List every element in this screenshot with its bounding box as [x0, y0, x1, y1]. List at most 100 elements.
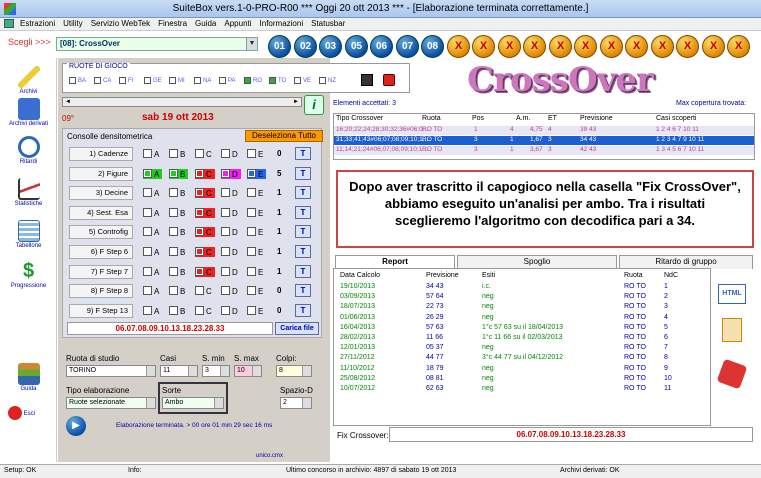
- checkbox[interactable]: [143, 207, 152, 217]
- checkbox[interactable]: [294, 77, 301, 84]
- fix-crossover-input[interactable]: 06.07.08.09.10.13.18.23.28.33: [389, 427, 753, 442]
- carica-file-button[interactable]: Carica file: [275, 322, 319, 335]
- clear-icon[interactable]: [383, 74, 395, 86]
- sidebar-item-ritardi[interactable]: Ritardi: [0, 136, 57, 165]
- sidebar-item-statistiche[interactable]: Statistiche: [0, 178, 57, 207]
- chevron-down-icon[interactable]: ▼: [246, 38, 257, 50]
- checkbox[interactable]: [169, 149, 178, 158]
- results-row[interactable]: 31;33;41;43#06;07;08;09;10;1... RO TO 3 1 1,…: [334, 136, 754, 145]
- checkbox[interactable]: [221, 207, 230, 217]
- menu-guida[interactable]: Guida: [191, 18, 220, 29]
- checkbox[interactable]: [143, 168, 152, 178]
- empty-slot-button[interactable]: X: [676, 35, 699, 58]
- deseleziona-button[interactable]: Deseleziona Tutto: [245, 130, 323, 142]
- t-button[interactable]: T: [295, 245, 311, 258]
- empty-slot-button[interactable]: X: [727, 35, 750, 58]
- tab-report[interactable]: Report: [335, 255, 455, 269]
- checkbox-d[interactable]: D: [221, 227, 238, 237]
- checkbox[interactable]: [244, 77, 251, 84]
- report-row[interactable]: 18/07/2013 22 73 neg RO TO 3: [338, 303, 708, 313]
- checkbox[interactable]: [143, 149, 152, 158]
- checkbox[interactable]: [169, 266, 178, 276]
- smin-select[interactable]: 3: [202, 365, 230, 377]
- casi-select[interactable]: 11: [160, 365, 198, 377]
- checkbox[interactable]: [169, 168, 178, 178]
- checkbox[interactable]: [247, 227, 256, 237]
- number-button-05[interactable]: 05: [345, 35, 368, 58]
- checkbox-e[interactable]: E: [247, 266, 263, 277]
- checkbox[interactable]: [221, 149, 230, 158]
- t-button[interactable]: T: [295, 205, 311, 219]
- menu-webtek[interactable]: Servizio WebTek: [87, 18, 154, 29]
- t-button[interactable]: T: [295, 147, 311, 160]
- checkbox[interactable]: [143, 286, 152, 296]
- report-row[interactable]: 19/10/2013 34 43 i.c. RO TO 1: [338, 283, 708, 293]
- date-slider[interactable]: ◄ ►: [62, 97, 302, 107]
- empty-slot-button[interactable]: X: [651, 35, 674, 58]
- checkbox[interactable]: [94, 77, 101, 84]
- ruota-checkbox-ve[interactable]: VE: [294, 77, 311, 84]
- checkbox-b[interactable]: B: [169, 305, 185, 316]
- checkbox[interactable]: [143, 266, 152, 276]
- t-button[interactable]: T: [295, 303, 311, 317]
- report-row[interactable]: 10/07/2012 62 63 neg RO TO 11: [338, 385, 708, 395]
- empty-slot-button[interactable]: X: [625, 35, 648, 58]
- report-row[interactable]: 12/01/2013 05 37 neg RO TO 7: [338, 344, 708, 354]
- ruota-checkbox-ca[interactable]: CA: [94, 77, 111, 84]
- checkbox-c[interactable]: C: [195, 305, 212, 316]
- ruota-checkbox-ge[interactable]: GE: [144, 77, 162, 84]
- menu-utility[interactable]: Utility: [59, 18, 87, 29]
- ruota-checkbox-nz[interactable]: NZ: [319, 77, 336, 84]
- t-button[interactable]: T: [295, 186, 311, 200]
- checkbox[interactable]: [169, 77, 176, 84]
- number-button-02[interactable]: 02: [294, 35, 317, 58]
- checkbox-b[interactable]: B: [169, 247, 185, 257]
- checkbox[interactable]: [169, 188, 178, 198]
- checkbox-a[interactable]: A: [143, 168, 163, 179]
- checkbox-e[interactable]: E: [247, 168, 267, 179]
- checkbox-c[interactable]: C: [195, 266, 215, 277]
- checkbox[interactable]: [221, 168, 230, 178]
- checkbox[interactable]: [143, 227, 152, 237]
- ruota-checkbox-mi[interactable]: MI: [169, 77, 185, 84]
- checkbox[interactable]: [247, 266, 256, 276]
- t-button[interactable]: T: [295, 225, 311, 239]
- checkbox-e[interactable]: E: [247, 286, 263, 296]
- checkbox[interactable]: [221, 266, 230, 276]
- checkbox[interactable]: [195, 305, 204, 315]
- checkbox-c[interactable]: C: [195, 247, 215, 257]
- ruota-checkbox-ro[interactable]: RO: [244, 77, 262, 84]
- checkbox[interactable]: [221, 286, 230, 296]
- empty-slot-button[interactable]: X: [702, 35, 725, 58]
- checkbox[interactable]: [221, 188, 230, 198]
- report-row[interactable]: 01/06/2013 26 29 neg RO TO 4: [338, 314, 708, 324]
- number-button-08[interactable]: 08: [421, 35, 444, 58]
- checkbox[interactable]: [195, 247, 204, 256]
- checkbox[interactable]: [69, 77, 76, 84]
- crossover-select[interactable]: [08]: CrossOver ▼: [56, 37, 258, 51]
- report-row[interactable]: 03/09/2013 57 64 neg RO TO 2: [338, 293, 708, 303]
- number-button-03[interactable]: 03: [319, 35, 342, 58]
- checkbox[interactable]: [247, 168, 256, 178]
- menu-finestra[interactable]: Finestra: [154, 18, 191, 29]
- checkbox-b[interactable]: B: [169, 207, 185, 218]
- checkbox[interactable]: [143, 188, 152, 198]
- empty-slot-button[interactable]: X: [472, 35, 495, 58]
- checkbox-b[interactable]: B: [169, 286, 185, 296]
- checkbox-d[interactable]: D: [221, 168, 241, 179]
- checkbox[interactable]: [247, 149, 256, 158]
- number-button-07[interactable]: 07: [396, 35, 419, 58]
- t-button[interactable]: T: [295, 284, 311, 298]
- tab-ritardo-di-gruppo[interactable]: Ritardo di gruppo: [619, 255, 753, 269]
- checkbox-e[interactable]: E: [247, 227, 263, 237]
- empty-slot-button[interactable]: X: [447, 35, 470, 58]
- checkbox[interactable]: [169, 286, 178, 296]
- checkbox[interactable]: [221, 247, 230, 256]
- checkbox[interactable]: [219, 77, 226, 84]
- checkbox[interactable]: [319, 77, 326, 84]
- menu-estrazioni[interactable]: Estrazioni: [16, 18, 59, 29]
- sidebar-item-tabellone[interactable]: Tabellone: [0, 220, 57, 249]
- tipo-select[interactable]: Ruote selezionate: [66, 397, 156, 409]
- spazio-select[interactable]: 2: [280, 397, 312, 409]
- number-button-01[interactable]: 01: [268, 35, 291, 58]
